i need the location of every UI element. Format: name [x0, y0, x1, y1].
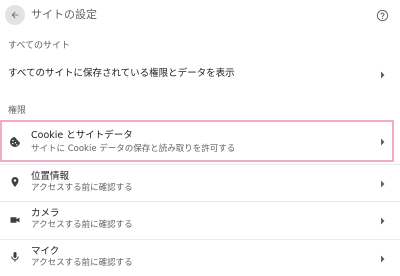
permission-row-title: Cookie とサイトデータ: [31, 130, 133, 141]
all-sites-row[interactable]: すべてのサイトに保存されている権限とデータを表示: [0, 57, 400, 92]
permission-row-title: カメラ: [31, 208, 60, 219]
arrow-left-icon: [11, 11, 19, 19]
help-circle-icon: [376, 9, 388, 21]
section-label-all-sites: すべてのサイト: [8, 41, 71, 51]
permission-row-title: マイク: [31, 246, 60, 257]
permission-row-cookies[interactable]: Cookie とサイトデータ サイトに Cookie データの保存と読み取りを許…: [0, 121, 400, 163]
permission-row-camera[interactable]: カメラ アクセスする前に確認する: [0, 201, 400, 239]
chevron-right-icon: [381, 180, 385, 188]
camera-icon: [10, 217, 20, 223]
section-label-permissions: 権限: [8, 106, 27, 116]
permission-row-microphone[interactable]: マイク アクセスする前に確認する: [0, 239, 400, 276]
back-button[interactable]: [5, 5, 25, 25]
chevron-right-icon: [381, 255, 385, 263]
permission-row-subtitle: アクセスする前に確認する: [31, 258, 133, 268]
permission-row-subtitle: アクセスする前に確認する: [31, 220, 133, 230]
permission-row-subtitle: アクセスする前に確認する: [31, 183, 133, 193]
microphone-icon: [11, 252, 19, 262]
page-header: サイトの設定: [0, 0, 400, 32]
location-pin-icon: [11, 177, 19, 187]
page-title: サイトの設定: [31, 8, 97, 21]
help-button[interactable]: [375, 8, 389, 22]
permission-row-title: 位置情報: [31, 171, 70, 182]
chevron-right-icon: [381, 138, 385, 146]
permission-row-location[interactable]: 位置情報 アクセスする前に確認する: [0, 164, 400, 201]
cookie-icon: [10, 137, 20, 147]
all-sites-row-title: すべてのサイトに保存されている権限とデータを表示: [8, 68, 235, 79]
chevron-right-icon: [381, 71, 385, 79]
permission-row-subtitle: サイトに Cookie データの保存と読み取りを許可する: [31, 144, 236, 154]
site-settings-page: サイトの設定 すべてのサイト すべてのサイトに保存されている権限とデータを表示 …: [0, 0, 400, 276]
chevron-right-icon: [381, 217, 385, 225]
